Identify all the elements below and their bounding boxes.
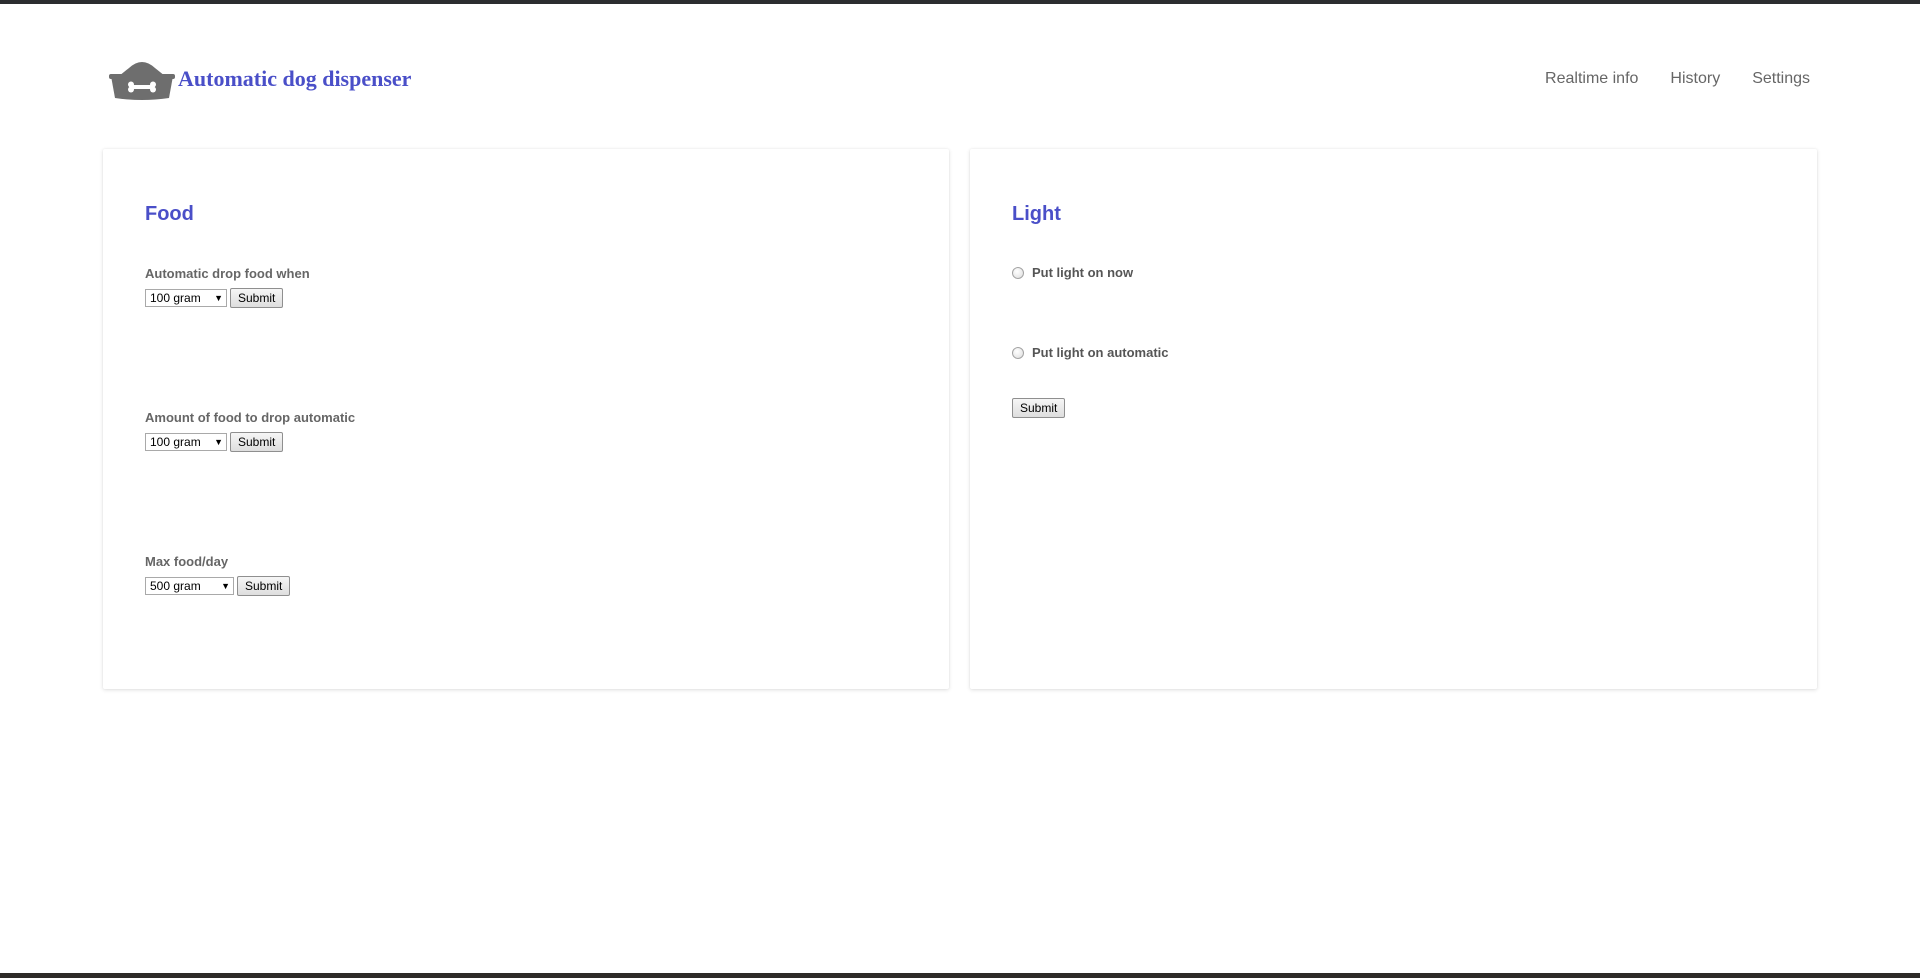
auto-amount-submit-button[interactable]: Submit — [230, 432, 284, 452]
max-food-day-label: Max food/day — [145, 554, 229, 569]
light-card: Light Put light on now Put light on auto… — [970, 149, 1817, 689]
max-food-day-value: 500 gram — [150, 579, 201, 593]
light-on-now-radio[interactable] — [1012, 266, 1024, 279]
bottom-window-edge — [0, 973, 1920, 978]
max-food-day-submit-button[interactable]: Submit — [237, 576, 291, 596]
nav-link-realtime-info[interactable]: Realtime info — [1545, 70, 1638, 88]
nav-link-history[interactable]: History — [1670, 70, 1720, 88]
light-automatic-option[interactable]: Put light on automatic — [1012, 345, 1169, 360]
main-nav: Realtime info History Settings — [1545, 70, 1810, 88]
dropdown-arrow-icon: ▼ — [214, 437, 223, 447]
auto-drop-when-value: 100 gram — [150, 291, 201, 305]
auto-amount-row: 100 gram ▼ Submit — [145, 432, 284, 452]
auto-amount-label: Amount of food to drop automatic — [145, 410, 356, 425]
auto-amount-select[interactable]: 100 gram ▼ — [145, 433, 227, 451]
light-automatic-label: Put light on automatic — [1032, 345, 1169, 360]
dog-bowl-bone-icon — [109, 62, 175, 100]
light-on-now-label: Put light on now — [1032, 265, 1134, 280]
light-submit-button[interactable]: Submit — [1012, 398, 1066, 418]
max-food-day-select[interactable]: 500 gram ▼ — [145, 577, 234, 595]
auto-drop-when-row: 100 gram ▼ Submit — [145, 288, 284, 308]
nav-link-settings[interactable]: Settings — [1752, 70, 1810, 88]
auto-drop-when-label: Automatic drop food when — [145, 266, 310, 281]
dropdown-arrow-icon: ▼ — [221, 581, 230, 591]
auto-amount-value: 100 gram — [150, 435, 201, 449]
max-food-day-row: 500 gram ▼ Submit — [145, 576, 291, 596]
brand-title[interactable]: Automatic dog dispenser — [178, 66, 411, 92]
food-card: Food Automatic drop food when 100 gram ▼… — [103, 149, 949, 689]
food-title: Food — [145, 203, 194, 225]
auto-drop-when-submit-button[interactable]: Submit — [230, 288, 284, 308]
light-automatic-radio[interactable] — [1012, 346, 1024, 359]
site-header: Automatic dog dispenser Realtime info Hi… — [0, 0, 1920, 140]
auto-drop-when-select[interactable]: 100 gram ▼ — [145, 289, 227, 307]
light-on-now-option[interactable]: Put light on now — [1012, 265, 1133, 280]
light-title: Light — [1012, 203, 1061, 225]
dropdown-arrow-icon: ▼ — [214, 293, 223, 303]
